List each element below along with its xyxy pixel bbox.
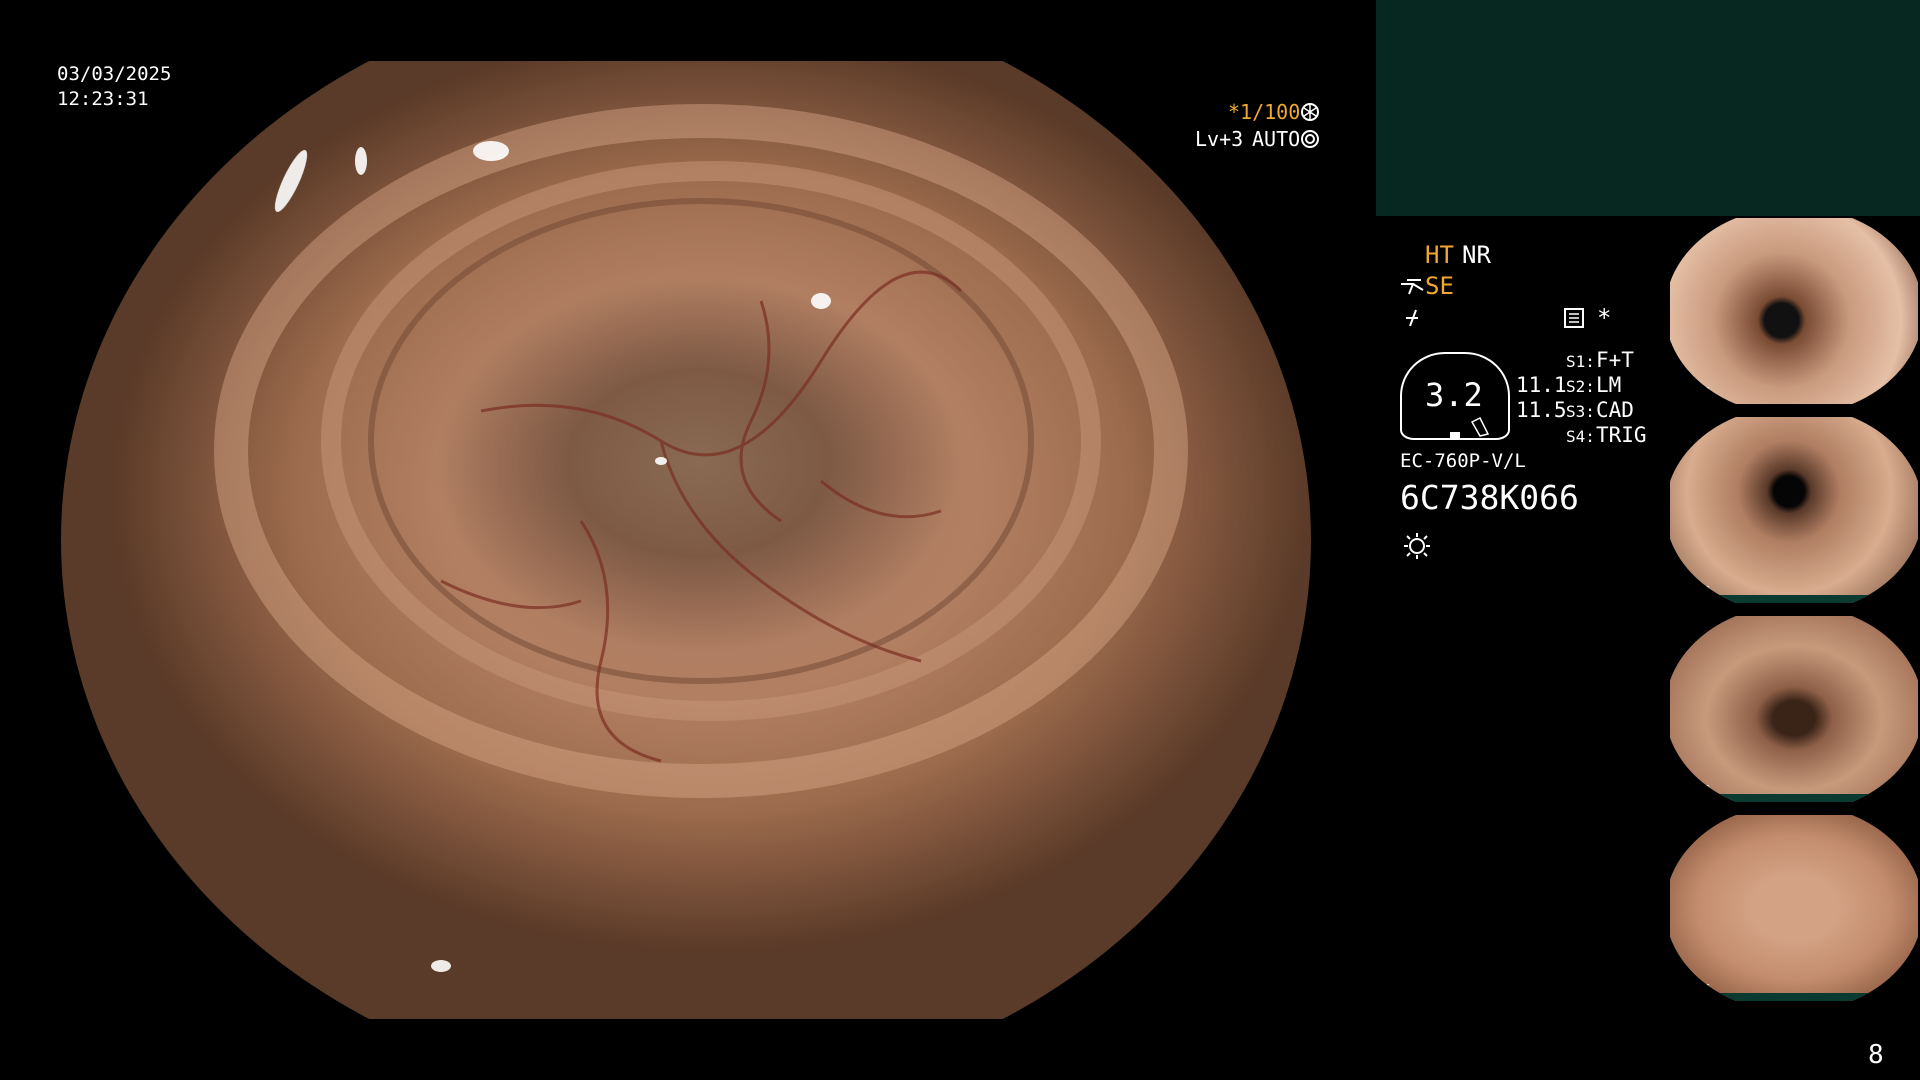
thumbnail-label: 6C738K066 [1672,386,1710,394]
scope-marker [1450,432,1460,438]
time-display: 12:23:31 [57,88,149,110]
switch-value-2: LM [1596,373,1622,397]
switch-key-4: S4: [1566,427,1595,446]
value-2: 11.5 [1516,398,1567,422]
aperture-icon [1301,103,1319,121]
asterisk-icon: * [1597,304,1612,332]
thumbnail-label: 6C738K066 [1672,585,1710,593]
endoscope-live-view [61,61,1311,1019]
date-display: 03/03/2025 [57,63,172,85]
thumbnail-label: 6C738K066 [1672,784,1710,792]
thumbnail-bar [1670,595,1918,603]
thumbnail-label: 6C738K066 [1672,983,1710,991]
thumbnail-capture-1[interactable]: 6C738K066 [1670,218,1918,404]
value-1: 11.1 [1516,373,1567,397]
switch-value-4: TRIG [1596,423,1647,447]
scope-model: EC-760P-V/L [1400,450,1526,472]
scope-serial: 6C738K066 [1400,478,1579,517]
se-indicator: SE [1425,272,1454,300]
capture-count: 8 [1868,1040,1884,1070]
thumbnail-capture-3[interactable]: 6C738K066 [1670,616,1918,802]
thumbnail-capture-4[interactable]: 6C738K066 [1670,815,1918,1001]
flash-icon [1406,309,1418,327]
auto-iris-icon [1301,130,1319,148]
thumbnail-bar [1670,993,1918,1001]
iris-mode: AUTO [1252,127,1301,151]
switch-key-1: S1: [1566,352,1595,371]
switch-value-3: CAD [1596,398,1634,422]
endoscope-image [214,104,1188,972]
nr-indicator: NR [1462,241,1491,269]
brightness-level: Lv+3 [1195,127,1244,151]
scope-lighting-icon [1401,279,1424,295]
scope-tip-icon [1470,416,1490,437]
shutter-speed: *1/100 [1228,100,1301,124]
thumbnail-bar [1670,794,1918,802]
switch-key-2: S2: [1566,377,1595,396]
ht-indicator: HT [1425,241,1454,269]
light-sun-icon [1404,533,1430,559]
memory-icon [1564,308,1584,328]
switch-value-1: F+T [1596,348,1634,372]
scope-value: 3.2 [1425,376,1483,414]
switch-key-3: S3: [1566,402,1595,421]
info-panel [1376,0,1920,216]
thumbnail-capture-2[interactable]: 6C738K066 [1670,417,1918,603]
